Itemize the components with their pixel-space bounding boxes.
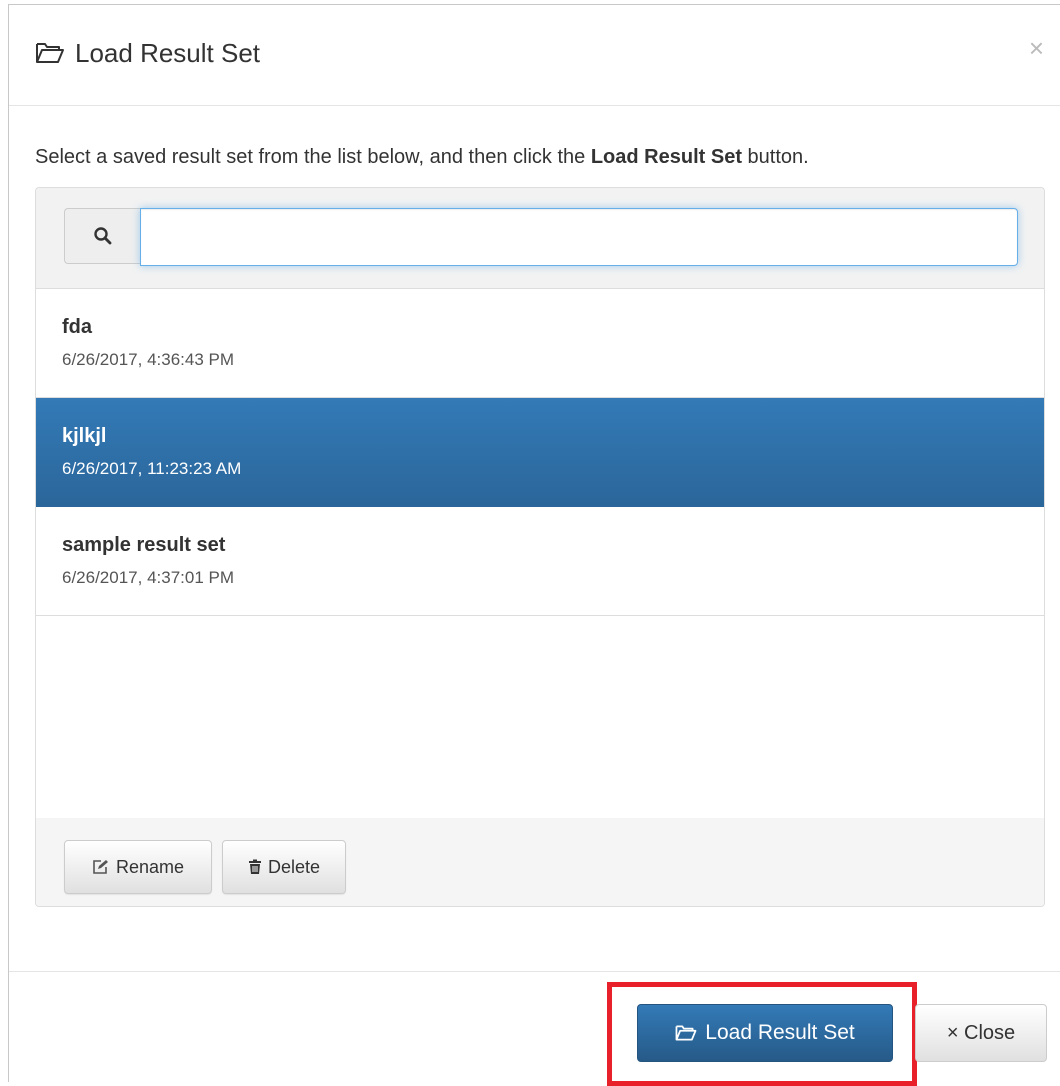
result-set-name: fda <box>62 316 92 338</box>
list-item[interactable]: sample result set 6/26/2017, 4:37:01 PM <box>36 507 1044 616</box>
close-icon[interactable]: × <box>1029 35 1044 61</box>
search-input[interactable] <box>140 208 1018 266</box>
rename-button[interactable]: Rename <box>64 840 212 894</box>
folder-open-icon <box>675 1024 697 1042</box>
instructions-prefix: Select a saved result set from the list … <box>35 146 591 168</box>
edit-icon <box>92 859 110 875</box>
result-set-picker: fda 6/26/2017, 4:36:43 PM kjlkjl 6/26/20… <box>35 187 1045 907</box>
instructions-bold: Load Result Set <box>590 146 742 168</box>
result-set-list: fda 6/26/2017, 4:36:43 PM kjlkjl 6/26/20… <box>36 288 1044 819</box>
result-set-name: sample result set <box>62 534 226 556</box>
search-addon <box>64 208 140 264</box>
load-result-set-label: Load Result Set <box>705 1021 855 1044</box>
result-set-date: 6/26/2017, 4:37:01 PM <box>62 568 235 587</box>
close-button[interactable]: × Close <box>915 1004 1047 1062</box>
search-icon <box>93 226 113 246</box>
list-item-selected[interactable]: kjlkjl 6/26/2017, 11:23:23 AM <box>36 398 1044 507</box>
folder-open-icon <box>35 41 65 65</box>
list-item[interactable]: fda 6/26/2017, 4:36:43 PM <box>36 289 1044 398</box>
dialog-title-text: Load Result Set <box>75 38 261 68</box>
delete-label: Delete <box>267 856 321 877</box>
load-result-set-button[interactable]: Load Result Set <box>637 1004 893 1062</box>
list-actions: Rename Delete <box>36 818 1044 906</box>
dialog-header: Load Result Set × <box>9 5 1060 106</box>
result-set-date: 6/26/2017, 11:23:23 AM <box>62 459 242 478</box>
result-set-name: kjlkjl <box>62 425 107 447</box>
rename-label: Rename <box>115 856 185 877</box>
instructions-text: Select a saved result set from the list … <box>35 143 809 171</box>
dialog-footer: Load Result Set × Close <box>9 971 1060 1086</box>
search-bar <box>36 188 1044 288</box>
trash-icon <box>248 859 262 875</box>
dialog-title: Load Result Set <box>35 35 260 71</box>
delete-button[interactable]: Delete <box>222 840 346 894</box>
instructions-suffix: button. <box>741 146 809 168</box>
result-set-date: 6/26/2017, 4:36:43 PM <box>62 350 235 369</box>
load-result-set-dialog: Load Result Set × Select a saved result … <box>8 4 1060 1086</box>
